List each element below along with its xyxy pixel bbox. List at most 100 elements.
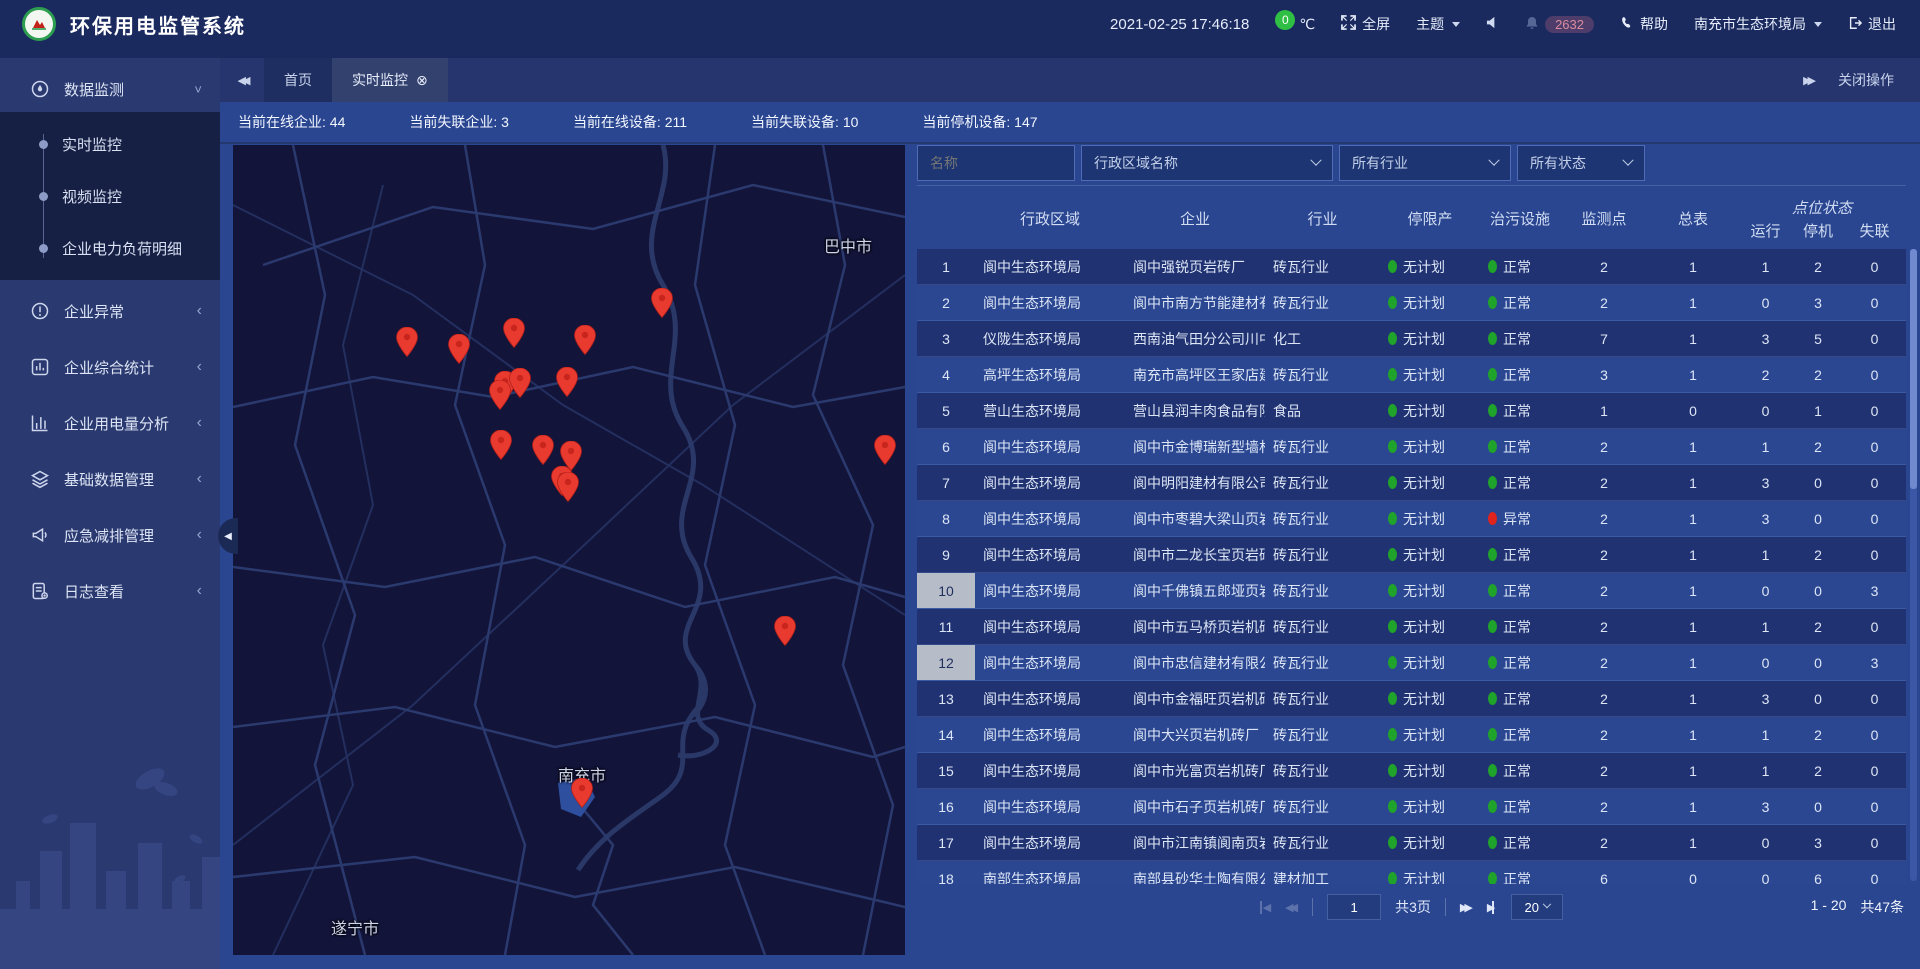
cell-lost-count: 0 [1843, 249, 1906, 284]
cell-company: 阆中市光富页岩机砖厂 [1125, 753, 1265, 788]
fullscreen-button[interactable]: 全屏 [1341, 14, 1390, 34]
table-row[interactable]: 9阆中生态环境局阆中市二龙长宝页岩砖砖瓦行业无计划正常21120 [917, 537, 1906, 573]
table-row[interactable]: 16阆中生态环境局阆中市石子页岩机砖厂砖瓦行业无计划正常21300 [917, 789, 1906, 825]
map-pin-icon[interactable] [571, 778, 593, 808]
map-pin-icon[interactable] [448, 334, 470, 364]
tab-实时监控[interactable]: 实时监控⊗ [332, 58, 448, 102]
table-row[interactable]: 6阆中生态环境局阆中市金博瑞新型墙材砖瓦行业无计划正常21120 [917, 429, 1906, 465]
sidebar-subitem-2[interactable]: 企业电力负荷明细 [0, 222, 220, 274]
sidebar-collapse-handle[interactable]: ◀ [218, 518, 238, 554]
table-scrollbar-thumb[interactable] [1910, 249, 1917, 489]
map-panel[interactable]: 巴中市南充市遂宁市 [233, 145, 905, 955]
region-select[interactable]: 行政区域名称 [1081, 145, 1333, 181]
sidebar-menu: 数据监测˅实时监控视频监控企业电力负荷明细企业异常‹ 企业综合统计‹ 企业用电量分析… [0, 64, 220, 616]
tab-scroll-right-icon[interactable]: ▶▶ [1803, 74, 1812, 87]
table-row[interactable]: 10阆中生态环境局阆中千佛镇五郎垭页岩砖瓦行业无计划正常21003 [917, 573, 1906, 609]
cell-meter-count: 1 [1648, 717, 1738, 752]
column-header-rowno [917, 186, 975, 250]
table-row[interactable]: 18南部生态环境局南部县砂华土陶有限公建材加工无计划正常60060 [917, 861, 1906, 884]
tab-首页[interactable]: 首页 [264, 58, 332, 102]
last-page-icon[interactable]: ▶ [1487, 901, 1494, 914]
tab-close-icon[interactable]: ⊗ [416, 72, 428, 89]
mute-button[interactable] [1486, 16, 1499, 32]
sidebar-subitem-0[interactable]: 实时监控 [0, 118, 220, 170]
header-divider [0, 48, 1920, 58]
table-row[interactable]: 17阆中生态环境局阆中市江南镇阆南页岩砖瓦行业无计划正常21030 [917, 825, 1906, 861]
table-row[interactable]: 3仪陇生态环境局西南油气田分公司川中化工无计划正常71350 [917, 321, 1906, 357]
temperature-badge: 0 [1275, 10, 1295, 30]
map-pin-icon[interactable] [509, 368, 531, 398]
cell-monitor-count: 2 [1560, 285, 1648, 320]
map-roads [233, 145, 905, 955]
table-row[interactable]: 14阆中生态环境局阆中大兴页岩机砖厂砖瓦行业无计划正常21120 [917, 717, 1906, 753]
sidebar-item-5[interactable]: 应急减排管理‹ [0, 510, 220, 560]
gauge-icon [30, 79, 50, 99]
table-row[interactable]: 15阆中生态环境局阆中市光富页岩机砖厂砖瓦行业无计划正常21120 [917, 753, 1906, 789]
sidebar-item-1[interactable]: 企业异常‹ [0, 286, 220, 336]
next-page-icon[interactable]: ▶▶ [1460, 901, 1473, 914]
org-menu[interactable]: 南充市生态环境局 [1694, 14, 1822, 34]
cell-lost-count: 0 [1843, 393, 1906, 428]
cell-meter-count: 1 [1648, 681, 1738, 716]
page-size-select[interactable]: 20 [1511, 894, 1563, 920]
table-scrollbar[interactable] [1910, 249, 1917, 881]
prev-page-icon[interactable]: ◀◀ [1285, 901, 1298, 914]
chevron-down-icon [1543, 900, 1551, 908]
cell-run-count: 1 [1738, 753, 1793, 788]
map-pin-icon[interactable] [489, 380, 511, 410]
status-select[interactable]: 所有状态 [1517, 145, 1645, 181]
notifications[interactable]: 2632 [1525, 16, 1594, 33]
sidebar-subitem-1[interactable]: 视频监控 [0, 170, 220, 222]
name-search-input[interactable] [917, 145, 1075, 181]
table-row[interactable]: 12阆中生态环境局阆中市忠信建材有限公砖瓦行业无计划正常21003 [917, 645, 1906, 681]
table-row[interactable]: 8阆中生态环境局阆中市枣碧大梁山页岩砖瓦行业无计划异常21300 [917, 501, 1906, 537]
stats-bar: 当前在线企业: 44当前失联企业: 3当前在线设备: 211当前失联设备: 10… [220, 102, 1920, 144]
sidebar-item-2[interactable]: 企业综合统计‹ [0, 342, 220, 392]
map-pin-icon[interactable] [774, 616, 796, 646]
status-dot-icon [1488, 692, 1497, 705]
table-row[interactable]: 5营山生态环境局营山县润丰肉食品有限食品无计划正常10010 [917, 393, 1906, 429]
tab-label: 首页 [284, 70, 312, 90]
sidebar-item-6[interactable]: 日志查看‹ [0, 566, 220, 616]
map-pin-icon[interactable] [651, 288, 673, 318]
cell-meter-count: 1 [1648, 357, 1738, 392]
industry-select[interactable]: 所有行业 [1339, 145, 1511, 181]
logout-button[interactable]: 退出 [1848, 14, 1896, 34]
tab-scroll-left-icon[interactable]: ◀◀ [220, 58, 264, 102]
status-dot-icon [1488, 872, 1497, 884]
current-page-input[interactable]: 1 [1327, 894, 1381, 920]
help-button[interactable]: 帮助 [1620, 14, 1668, 34]
table-row[interactable]: 1阆中生态环境局阆中强锐页岩砖厂砖瓦行业无计划正常21120 [917, 249, 1906, 285]
chevron-left-icon: ‹ [197, 414, 202, 432]
map-pin-icon[interactable] [532, 435, 554, 465]
map-pin-icon[interactable] [574, 325, 596, 355]
map-pin-icon[interactable] [556, 367, 578, 397]
cell-stop-count: 2 [1793, 429, 1843, 464]
cell-facility-status: 正常 [1480, 609, 1560, 644]
table-row[interactable]: 11阆中生态环境局阆中市五马桥页岩机砖砖瓦行业无计划正常21120 [917, 609, 1906, 645]
sidebar-item-0[interactable]: 数据监测˅ [0, 64, 220, 114]
map-pin-icon[interactable] [396, 327, 418, 357]
sidebar-item-3[interactable]: 企业用电量分析‹ [0, 398, 220, 448]
theme-menu[interactable]: 主题 [1416, 14, 1460, 34]
map-pin-icon[interactable] [874, 435, 896, 465]
table-row[interactable]: 4高坪生态环境局南充市高坪区王家店建砖瓦行业无计划正常31220 [917, 357, 1906, 393]
table-row[interactable]: 7阆中生态环境局阆中明阳建材有限公司砖瓦行业无计划正常21300 [917, 465, 1906, 501]
cell-rowno: 17 [917, 825, 975, 860]
map-pin-icon[interactable] [503, 318, 525, 348]
status-dot-icon [1488, 548, 1497, 561]
map-pin-icon[interactable] [490, 430, 512, 460]
cell-monitor-count: 2 [1560, 501, 1648, 536]
close-operations-button[interactable]: 关闭操作 [1838, 70, 1894, 90]
sidebar-item-4[interactable]: 基础数据管理‹ [0, 454, 220, 504]
table-row[interactable]: 13阆中生态环境局阆中市金福旺页岩机砖砖瓦行业无计划正常21300 [917, 681, 1906, 717]
logout-icon [1848, 16, 1862, 33]
speaker-icon [1486, 16, 1499, 32]
cell-meter-count: 1 [1648, 753, 1738, 788]
table-row[interactable]: 2阆中生态环境局阆中市南方节能建材有砖瓦行业无计划正常21030 [917, 285, 1906, 321]
map-pin-icon[interactable] [557, 472, 579, 502]
first-page-icon[interactable]: ◀ [1260, 901, 1271, 914]
cell-stop-count: 5 [1793, 321, 1843, 356]
status-dot-icon [1388, 584, 1397, 597]
cell-region: 阆中生态环境局 [975, 717, 1125, 752]
